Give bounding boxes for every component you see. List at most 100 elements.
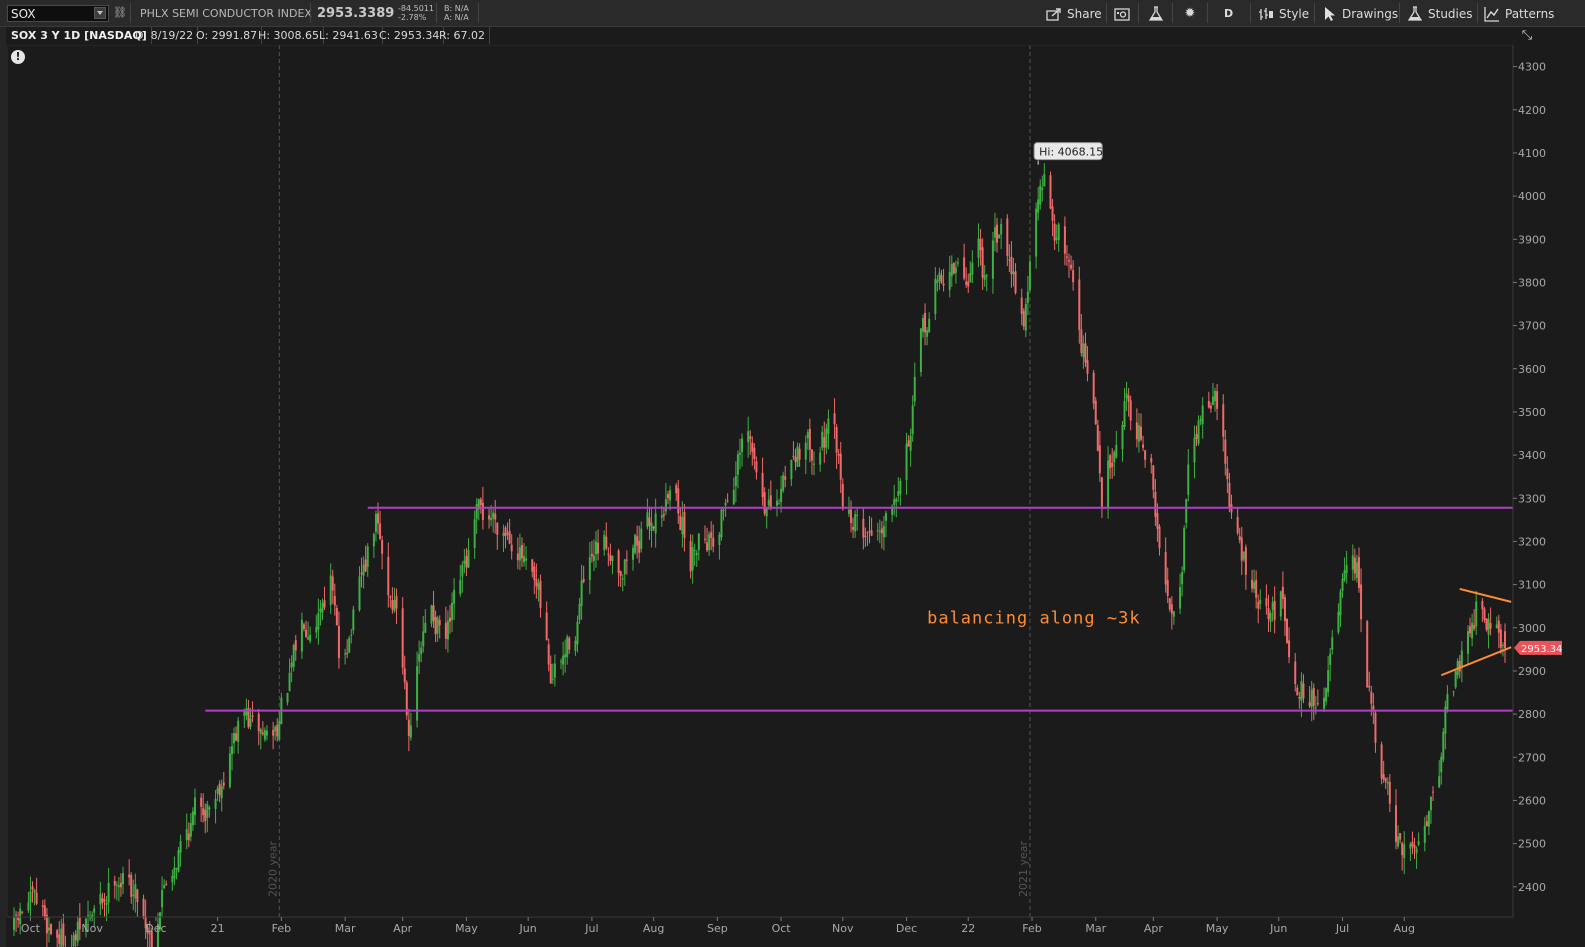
candle-body [804,442,807,460]
alert-icon[interactable]: ! [11,50,25,64]
candle-body [101,898,104,903]
patterns-button[interactable]: Patterns [1484,3,1554,24]
time-tick-label: Mar [335,922,356,935]
candle-body [1055,237,1058,240]
candle-body [1199,418,1202,421]
price-chart[interactable]: 2020 year 2021 year balancing along ~3k 2… [0,45,1585,947]
share-icon [1046,6,1062,22]
share-button[interactable]: Share [1046,3,1102,24]
candle-body [983,275,986,280]
candle-body [1386,781,1389,784]
candle-body [551,678,554,680]
candle-body [662,514,665,517]
time-tick-label: Nov [81,922,103,935]
drawings-label: Drawings [1342,6,1399,21]
candle-body [278,720,281,740]
toolbar-separator [1399,3,1400,23]
candle-body [1368,685,1371,688]
candle-body [300,619,303,652]
candle-body [1000,223,1003,235]
drawings: balancing along ~3k [205,506,1513,712]
drawings-button[interactable]: Drawings [1321,3,1398,24]
net-change-percent: -2.78% [398,13,427,22]
candle-body [866,532,869,534]
candle-body [1504,631,1506,648]
candle-body [237,720,240,742]
toolbar-separator [310,3,311,23]
candle-body [315,626,318,633]
candle-body [1209,405,1212,409]
candle-body [185,829,188,841]
candle-body [710,532,713,538]
candle-body [292,644,295,667]
style-button[interactable]: Style [1258,3,1309,24]
candle-body [1224,439,1227,464]
candle-body [798,448,801,460]
candle-body [1139,426,1142,440]
candle-body [1121,425,1124,450]
aggregation-button[interactable]: D [1224,3,1233,24]
candle-body [430,605,433,624]
candle-body [1100,477,1103,507]
bid-value: B: N/A [444,4,469,13]
candle-body [652,526,655,529]
candle-body [29,891,32,903]
candle-body [996,224,999,243]
symbol-selector[interactable] [7,5,109,22]
price-tick-label: 3600 [1518,363,1546,376]
lab-button[interactable] [1148,3,1169,24]
candle-body [294,640,297,651]
candle-body [784,476,787,480]
time-tick-label: 22 [961,922,975,935]
candle-body [35,892,38,904]
candle-body [33,890,36,893]
last-price-label: 2953.34 [1521,644,1562,655]
candle-body [165,883,168,886]
link-icon[interactable]: ⛓ [113,6,127,20]
candle-body [1279,591,1282,617]
candle-body [1028,261,1031,291]
candle-body [1082,343,1085,358]
candle-body [113,880,116,886]
candle-body [206,804,209,819]
candle-body [1096,425,1099,451]
symbol-input[interactable] [11,6,89,21]
candle-body [1094,400,1097,425]
snapshot-button[interactable] [1114,3,1135,24]
candle-body [422,631,425,647]
studies-button[interactable]: Studies [1407,3,1473,24]
candle-body [792,455,795,457]
candle-body [648,517,651,526]
collapse-icon[interactable]: ⤡ [1518,28,1536,44]
candle-body [1125,393,1128,399]
candle-body [508,530,511,544]
candle-body [395,595,398,609]
time-tick-label: May [455,922,478,935]
candle-body [948,271,951,290]
candle-body [1432,791,1435,793]
candle-body [393,600,396,612]
candle-body [434,616,437,635]
candle-body [45,914,48,934]
price-tick-label: 3900 [1518,233,1546,246]
studies-label: Studies [1428,6,1473,21]
candle-body [895,498,898,502]
candle-body [1043,174,1046,187]
candle-body [420,647,423,654]
year-marker-label: 2020 year [266,840,279,897]
candle-body [810,449,813,461]
settings-button[interactable]: ✹ [1182,3,1203,24]
candle-body [1471,623,1474,639]
candle-body [1211,396,1214,406]
candle-body [494,513,497,520]
candle-body [389,596,392,598]
candle-body [704,538,707,540]
candle-body [763,492,766,514]
candle-body [880,528,883,534]
candle-body [1078,279,1081,330]
candle-body [1331,637,1334,650]
candle-body [942,283,945,286]
chevron-down-icon[interactable] [94,7,106,19]
candle-body [1144,450,1147,460]
candle-body [1466,631,1469,654]
